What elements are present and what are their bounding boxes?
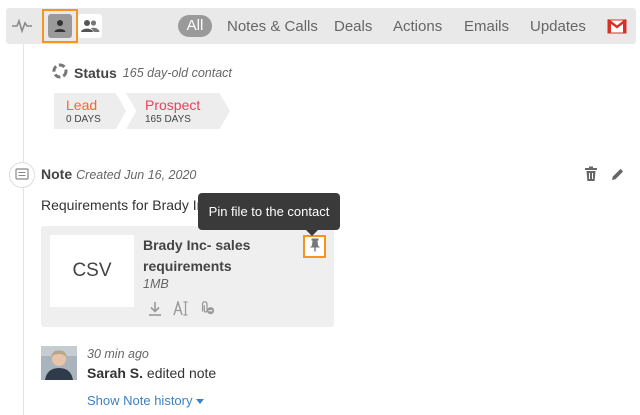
pin-tooltip: Pin file to the contact (198, 193, 340, 236)
stage-prospect[interactable]: Prospect 165 DAYS (126, 93, 230, 129)
tab-all[interactable]: All (178, 15, 212, 37)
status-icon (52, 63, 68, 82)
tab-actions[interactable]: Actions (393, 16, 442, 38)
note-marker (9, 162, 35, 188)
status-section: Status 165 day-old contact (52, 63, 232, 82)
tab-emails[interactable]: Emails (464, 16, 509, 38)
file-size: 1MB (143, 277, 169, 291)
pencil-icon[interactable] (610, 167, 626, 183)
person-icon (48, 14, 72, 38)
file-actions (147, 300, 215, 316)
file-name[interactable]: Brady Inc- sales requirements (143, 235, 283, 277)
caret-down-icon (195, 399, 204, 405)
activity-icon[interactable] (10, 14, 34, 38)
file-thumbnail: CSV (50, 235, 134, 307)
show-note-history-link[interactable]: Show Note history (87, 393, 204, 408)
trash-icon[interactable] (584, 166, 600, 184)
timeline-line (23, 44, 24, 415)
gmail-icon[interactable] (606, 17, 628, 35)
show-history-label: Show Note history (87, 393, 193, 408)
stage-lead-name: Lead (66, 97, 98, 113)
history-time: 30 min ago (87, 347, 149, 361)
pin-file-button[interactable] (303, 235, 326, 258)
note-header: Note Created Jun 16, 2020 (41, 166, 196, 182)
avatar (41, 346, 77, 380)
group-icon[interactable] (78, 14, 102, 38)
stage-prospect-days: 165 DAYS (145, 114, 191, 125)
download-icon[interactable] (147, 300, 163, 316)
note-title: Note (41, 166, 73, 182)
history-action: edited note (143, 365, 217, 381)
contact-view-button[interactable] (42, 9, 78, 43)
pin-icon (309, 238, 321, 255)
rename-icon[interactable] (173, 300, 189, 316)
tab-deals[interactable]: Deals (334, 16, 372, 38)
tab-updates[interactable]: Updates (530, 16, 586, 38)
note-created-date: Created Jun 16, 2020 (76, 168, 197, 182)
attached-file-card[interactable]: CSV Brady Inc- sales requirements 1MB (41, 226, 334, 327)
stage-lead[interactable]: Lead 0 DAYS (54, 93, 126, 129)
status-subtitle: 165 day-old contact (122, 65, 232, 80)
activity-toolbar: All Notes & Calls Deals Actions Emails U… (6, 8, 636, 44)
tab-notes-calls[interactable]: Notes & Calls (227, 16, 318, 38)
history-entry: Sarah S. edited note (87, 365, 216, 381)
history-user: Sarah S. (87, 365, 144, 381)
status-title: Status (74, 64, 117, 81)
detach-icon[interactable] (199, 300, 215, 316)
stage-lead-days: 0 DAYS (66, 114, 101, 125)
note-icon (15, 167, 29, 183)
stage-prospect-name: Prospect (145, 97, 201, 113)
note-body-text: Requirements for Brady Inc (41, 197, 201, 213)
